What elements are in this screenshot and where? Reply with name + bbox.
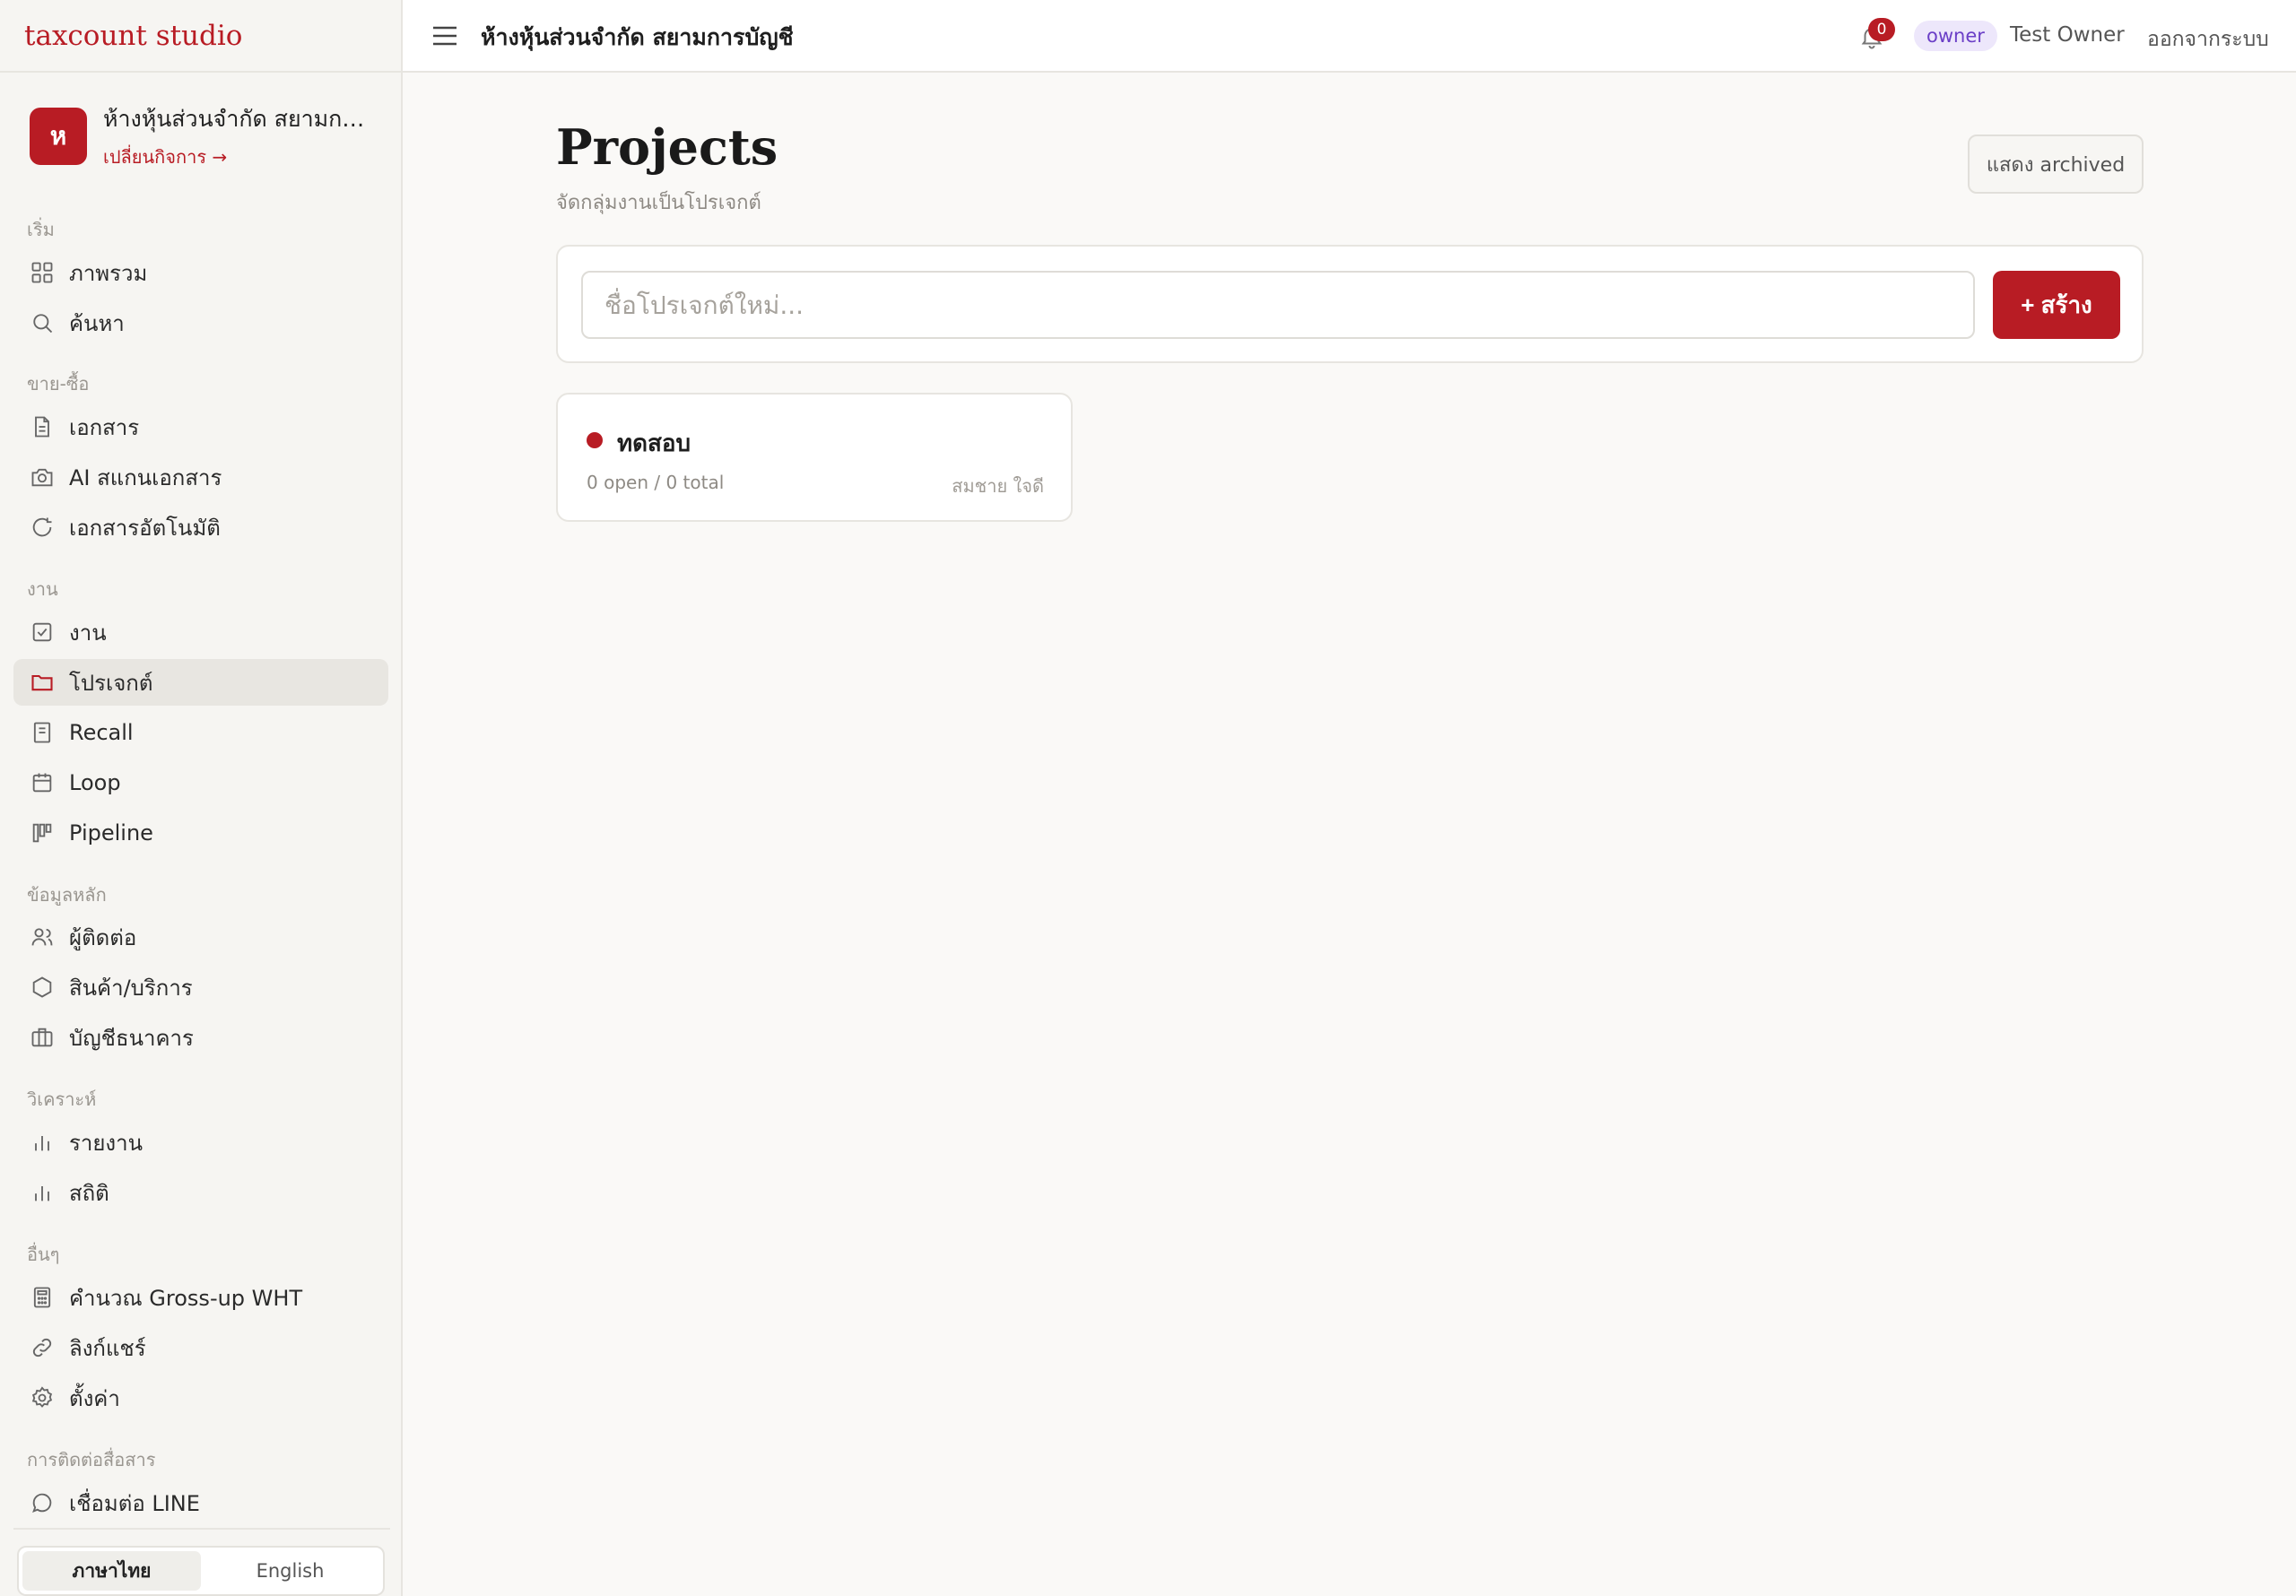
project-name: ทดสอบ xyxy=(617,430,691,457)
chat-icon xyxy=(30,1490,55,1515)
nav-section-analyze: วิเคราะห์ xyxy=(27,1089,97,1110)
sidebar-item-label: AI สแกนเอกสาร xyxy=(69,464,222,490)
sidebar-item-label: โปรเจกต์ xyxy=(69,670,153,696)
project-owner: สมชาย ใจดี xyxy=(952,475,1044,497)
sidebar-item-projects[interactable]: โปรเจกต์ xyxy=(13,659,388,706)
page-subtitle: จัดกลุ่มงานเป็นโปรเจกต์ xyxy=(556,192,761,214)
lang-thai-button[interactable]: ภาษาไทย xyxy=(22,1551,201,1591)
users-icon xyxy=(30,924,55,950)
role-badge: owner xyxy=(1914,21,1997,51)
page-header-title: ห้างหุ้นส่วนจำกัด สยามการบัญชี xyxy=(481,24,794,50)
sidebar-item-label: รายงาน xyxy=(69,1130,144,1156)
page-title: Projects xyxy=(556,118,778,176)
sidebar-item-label: Recall xyxy=(69,720,134,745)
link-icon xyxy=(30,1335,55,1360)
logout-link[interactable]: ออกจากระบบ xyxy=(2147,23,2269,56)
sidebar-item-label: Loop xyxy=(69,770,121,795)
sidebar-item-reports[interactable]: รายงาน xyxy=(13,1119,388,1166)
sidebar: taxcount studio ห ห้างหุ้นส่วนจำกัด สยาม… xyxy=(0,0,403,1596)
bar-chart-icon xyxy=(30,1180,55,1205)
nav-section-master: ข้อมูลหลัก xyxy=(27,884,107,906)
nav-section-start: เริ่ม xyxy=(27,219,55,240)
bar-chart-icon xyxy=(30,1130,55,1155)
sidebar-item-label: สถิติ xyxy=(69,1180,109,1206)
notification-badge: 0 xyxy=(1868,18,1895,41)
org-switcher[interactable]: ห ห้างหุ้นส่วนจำกัด สยามการ... เปลี่ยนกิ… xyxy=(30,106,379,168)
sidebar-item-label: ลิงก์แชร์ xyxy=(69,1335,146,1361)
sidebar-item-line[interactable]: เชื่อมต่อ LINE xyxy=(13,1479,388,1526)
document-icon xyxy=(30,414,55,439)
sidebar-item-settings[interactable]: ตั้งค่า xyxy=(13,1375,388,1421)
gear-icon xyxy=(30,1385,55,1410)
project-name-input[interactable] xyxy=(581,271,1975,339)
sidebar-item-documents[interactable]: เอกสาร xyxy=(13,403,388,450)
calendar-icon xyxy=(30,770,55,795)
create-project-form: + สร้าง xyxy=(556,245,2144,363)
sidebar-item-overview[interactable]: ภาพรวม xyxy=(13,249,388,296)
lang-english-button[interactable]: English xyxy=(201,1551,379,1591)
refresh-icon xyxy=(30,515,55,540)
sidebar-item-ai-scan[interactable]: AI สแกนเอกสาร xyxy=(13,454,388,500)
grid-icon xyxy=(30,260,55,285)
sidebar-item-label: ภาพรวม xyxy=(69,260,148,286)
sidebar-item-label: ตั้งค่า xyxy=(69,1385,120,1411)
sidebar-item-label: ค้นหา xyxy=(69,310,125,336)
sidebar-item-grossup[interactable]: คำนวณ Gross-up WHT xyxy=(13,1274,388,1321)
sidebar-item-bank[interactable]: บัญชีธนาคาร xyxy=(13,1014,388,1061)
user-name[interactable]: Test Owner xyxy=(2010,23,2125,47)
nav-section-comm: การติดต่อสื่อสาร xyxy=(27,1449,156,1470)
nav-section-sales: ขาย-ซื้อ xyxy=(27,373,90,395)
sidebar-item-pipeline[interactable]: Pipeline xyxy=(13,810,388,856)
project-stats: 0 open / 0 total xyxy=(587,472,725,493)
sidebar-item-stats[interactable]: สถิติ xyxy=(13,1169,388,1216)
nav-section-work: งาน xyxy=(27,578,58,600)
language-switcher: ภาษาไทย English xyxy=(17,1546,385,1596)
calculator-icon xyxy=(30,1285,55,1310)
project-color-dot xyxy=(587,432,603,448)
sidebar-item-label: คำนวณ Gross-up WHT xyxy=(69,1285,303,1311)
folder-icon xyxy=(30,670,55,695)
show-archived-button[interactable]: แสดง archived xyxy=(1968,134,2144,194)
sidebar-item-search[interactable]: ค้นหา xyxy=(13,299,388,346)
search-icon xyxy=(30,310,55,335)
receipt-icon xyxy=(30,720,55,745)
kanban-icon xyxy=(30,820,55,846)
sidebar-item-label: สินค้า/บริการ xyxy=(69,975,193,1001)
sidebar-item-label: เชื่อมต่อ LINE xyxy=(69,1490,200,1516)
sidebar-item-loop[interactable]: Loop xyxy=(13,759,388,806)
sidebar-item-label: เอกสารอัตโนมัติ xyxy=(69,515,221,541)
create-project-button[interactable]: + สร้าง xyxy=(1993,271,2120,339)
sidebar-item-share-links[interactable]: ลิงก์แชร์ xyxy=(13,1324,388,1371)
brand-logo[interactable]: taxcount studio xyxy=(0,0,401,73)
sidebar-item-contacts[interactable]: ผู้ติดต่อ xyxy=(13,914,388,960)
camera-icon xyxy=(30,464,55,490)
checkbox-icon xyxy=(30,620,55,645)
topbar: ห้างหุ้นส่วนจำกัด สยามการบัญชี 0 owner T… xyxy=(403,0,2296,73)
project-card[interactable]: ทดสอบ 0 open / 0 total สมชาย ใจดี xyxy=(556,393,1073,522)
org-name: ห้างหุ้นส่วนจำกัด สยามการ... xyxy=(103,106,372,132)
switch-org-link[interactable]: เปลี่ยนกิจการ → xyxy=(103,143,372,171)
sidebar-item-label: งาน xyxy=(69,620,107,646)
briefcase-icon xyxy=(30,1025,55,1050)
org-avatar: ห xyxy=(30,108,87,165)
sidebar-item-auto-docs[interactable]: เอกสารอัตโนมัติ xyxy=(13,504,388,551)
sidebar-item-tasks[interactable]: งาน xyxy=(13,609,388,655)
sidebar-item-recall[interactable]: Recall xyxy=(13,709,388,756)
nav-section-other: อื่นๆ xyxy=(27,1244,60,1265)
box-icon xyxy=(30,975,55,1000)
sidebar-item-label: เอกสาร xyxy=(69,414,140,440)
sidebar-item-label: บัญชีธนาคาร xyxy=(69,1025,194,1051)
divider xyxy=(13,1528,390,1530)
sidebar-item-products[interactable]: สินค้า/บริการ xyxy=(13,964,388,1011)
menu-icon[interactable] xyxy=(432,25,457,47)
sidebar-item-label: ผู้ติดต่อ xyxy=(69,924,137,950)
sidebar-item-label: Pipeline xyxy=(69,820,153,846)
